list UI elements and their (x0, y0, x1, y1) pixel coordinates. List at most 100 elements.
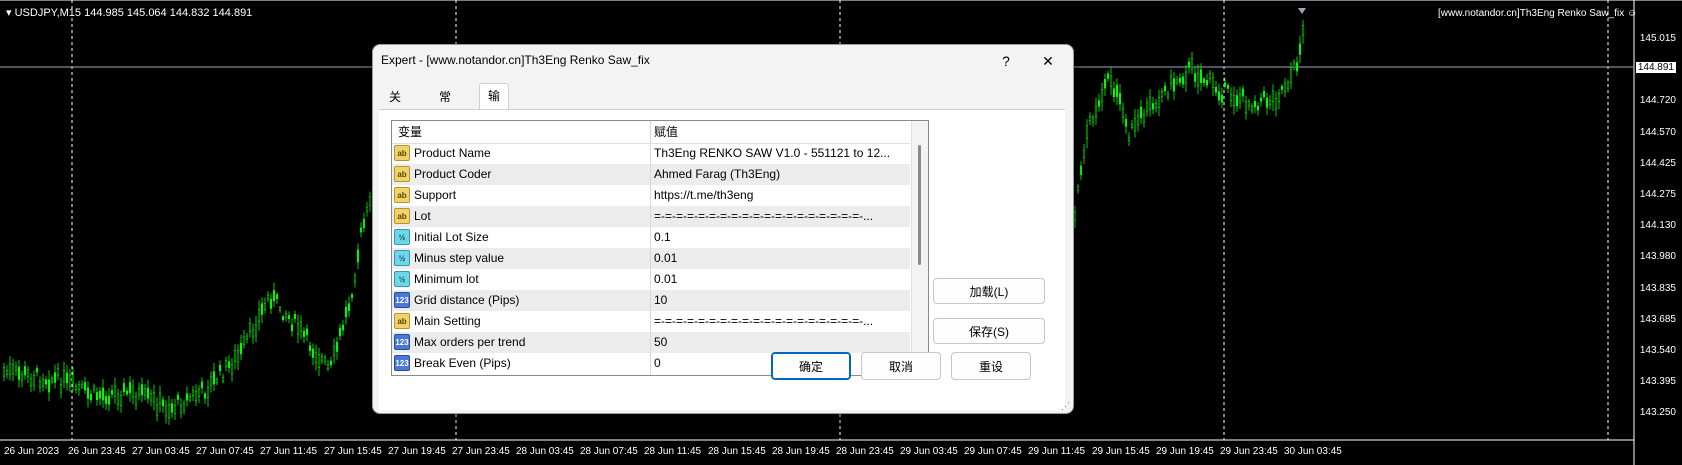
time-tick-label: 29 Jun 11:45 (1028, 446, 1086, 457)
candle-body (164, 405, 168, 417)
candle-body (38, 381, 42, 388)
parameter-value[interactable]: 0.01 (654, 269, 906, 290)
tab-common[interactable]: 常用 (431, 85, 459, 128)
parameter-value[interactable]: =-=-=-=-=-=-=-=-=-=-=-=-=-=-=-=-=-=-=-..… (654, 311, 906, 332)
candle-body (350, 294, 354, 298)
candle-body (1166, 93, 1170, 98)
candle-body (356, 249, 360, 263)
candle-body (29, 377, 33, 387)
parameter-value[interactable]: 0.01 (654, 248, 906, 269)
candle-body (1190, 58, 1194, 70)
candle-body (83, 382, 87, 391)
candle-body (251, 329, 255, 338)
candle-body (98, 390, 102, 399)
help-button[interactable]: ? (989, 49, 1023, 73)
resize-grip-icon[interactable]: ⋰ (1061, 401, 1071, 411)
candle-body (1256, 105, 1260, 111)
candle-body (353, 275, 357, 282)
parameter-value[interactable]: 50 (654, 332, 906, 353)
time-tick-label: 28 Jun 03:45 (516, 446, 574, 457)
tab-about[interactable]: 关于 (381, 85, 409, 128)
save-button[interactable]: 保存(S) (933, 318, 1045, 344)
candle-body (1088, 116, 1092, 122)
ea-label: [www.notandor.cn]Th3Eng Renko Saw_fix ☺ (1438, 8, 1637, 19)
tab-inputs[interactable]: 输入参数 (479, 83, 510, 175)
string-type-icon: ab (394, 208, 410, 224)
candle-body (1259, 97, 1263, 102)
candle-body (14, 366, 18, 371)
table-row[interactable]: ab Product Coder Ahmed Farag (Th3Eng) (392, 164, 910, 185)
time-tick-label: 27 Jun 19:45 (388, 446, 446, 457)
candle-body (131, 385, 135, 398)
table-row[interactable]: 123 Grid distance (Pips) 10 (392, 290, 910, 311)
column-header-value[interactable]: 赋值 (654, 121, 678, 143)
candle-body (311, 348, 315, 358)
parameter-value[interactable]: =-=-=-=-=-=-=-=-=-=-=-=-=-=-=-=-=-=-=-..… (654, 206, 906, 227)
candle-body (1238, 94, 1242, 104)
ok-button[interactable]: 确定 (771, 352, 851, 380)
parameter-value[interactable]: Ahmed Farag (Th3Eng) (654, 164, 906, 185)
close-icon[interactable]: ✕ (1031, 49, 1065, 73)
scrollbar-thumb[interactable] (918, 145, 921, 265)
candle-body (20, 374, 24, 381)
candle-body (125, 390, 129, 395)
candle-body (1112, 88, 1116, 97)
parameter-value[interactable]: https://t.me/th3eng (654, 185, 906, 206)
candle-body (365, 207, 369, 212)
candle-body (149, 393, 153, 401)
dropdown-arrow-icon[interactable]: ▾ (6, 7, 12, 19)
candle-body (314, 352, 318, 364)
candle-body (173, 404, 177, 414)
time-tick-label: 28 Jun 11:45 (644, 446, 702, 457)
candle-body (1274, 97, 1278, 110)
candle-body (1262, 91, 1266, 98)
table-row[interactable]: ½ Initial Lot Size 0.1 (392, 227, 910, 248)
candle-body (206, 387, 210, 399)
candle-body (188, 396, 192, 401)
candle-body (227, 361, 231, 368)
table-row[interactable]: 123 Max orders per trend 50 (392, 332, 910, 353)
table-row[interactable]: ab Lot =-=-=-=-=-=-=-=-=-=-=-=-=-=-=-=-=-=… (392, 206, 910, 227)
candle-body (194, 390, 198, 402)
parameter-name: Initial Lot Size (414, 230, 489, 244)
string-type-icon: ab (394, 313, 410, 329)
cancel-button[interactable]: 取消 (861, 352, 941, 380)
time-tick-label: 27 Jun 07:45 (196, 446, 254, 457)
time-tick-label: 29 Jun 07:45 (964, 446, 1022, 457)
table-row[interactable]: ab Main Setting =-=-=-=-=-=-=-=-=-=-=-=-=-… (392, 311, 910, 332)
candle-body (179, 405, 183, 414)
load-button[interactable]: 加载(L) (933, 278, 1045, 304)
candle-body (317, 354, 321, 368)
vertical-scrollbar[interactable] (911, 121, 928, 375)
candle-body (113, 385, 117, 397)
candle-body (200, 381, 204, 389)
table-row[interactable]: ½ Minus step value 0.01 (392, 248, 910, 269)
candle-body (146, 387, 150, 399)
candle-body (17, 366, 21, 380)
candle-body (290, 324, 294, 332)
candle-body (281, 316, 285, 320)
candle-body (1280, 86, 1284, 90)
parameter-value[interactable]: 0.1 (654, 227, 906, 248)
candle-body (263, 302, 267, 310)
candle-body (269, 298, 273, 309)
candle-body (1181, 76, 1185, 85)
table-row[interactable]: ab Product Name Th3Eng RENKO SAW V1.0 - 55… (392, 143, 910, 164)
candle-body (1193, 73, 1197, 82)
reset-button[interactable]: 重设 (951, 352, 1031, 380)
candle-body (1172, 78, 1176, 92)
parameter-value[interactable]: Th3Eng RENKO SAW V1.0 - 551121 to 12... (654, 143, 906, 164)
table-row[interactable]: ½ Minimum lot 0.01 (392, 269, 910, 290)
column-divider[interactable] (650, 121, 651, 375)
price-tick-label: 144.275 (1639, 189, 1676, 200)
parameter-value[interactable]: 10 (654, 290, 906, 311)
parameter-name: Support (414, 188, 457, 202)
table-row[interactable]: ab Support https://t.me/th3eng (392, 185, 910, 206)
candle-body (1226, 85, 1230, 89)
parameter-name: Break Even (Pips) (414, 356, 511, 370)
time-tick-label: 28 Jun 23:45 (836, 446, 894, 457)
candle-body (1253, 100, 1257, 108)
candle-body (245, 335, 249, 340)
time-tick-label: 27 Jun 11:45 (260, 446, 318, 457)
column-header-variable[interactable]: 变量 (398, 121, 422, 143)
